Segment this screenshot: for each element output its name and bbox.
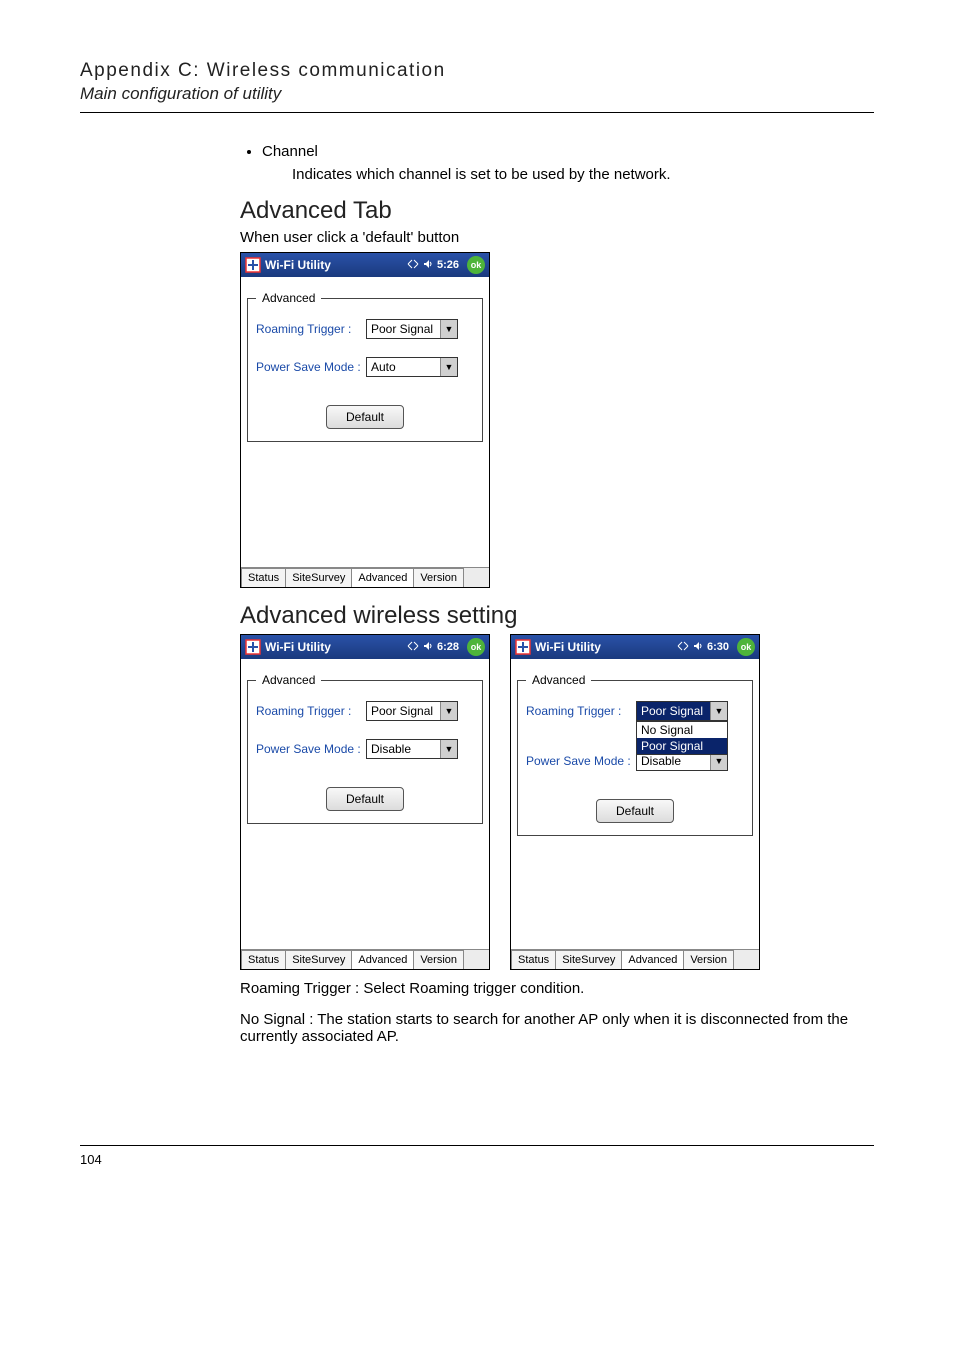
tab-sitesurvey[interactable]: SiteSurvey	[285, 950, 352, 969]
roaming-trigger-value: Poor Signal	[371, 704, 433, 718]
fieldset-legend: Advanced	[256, 291, 321, 305]
tab-advanced[interactable]: Advanced	[351, 568, 414, 587]
app-title: Wi-Fi Utility	[265, 258, 331, 272]
power-save-value: Disable	[641, 754, 681, 768]
page-number: 104	[80, 1152, 102, 1167]
advanced-tab-heading: Advanced Tab	[240, 197, 874, 225]
power-save-select[interactable]: Disable ▼	[366, 739, 458, 759]
app-icon	[515, 639, 531, 655]
clock-time: 6:30	[707, 641, 729, 653]
power-save-label: Power Save Mode :	[526, 754, 636, 768]
power-save-select[interactable]: Auto ▼	[366, 357, 458, 377]
option-poor-signal[interactable]: Poor Signal	[637, 738, 727, 754]
header-divider	[80, 112, 874, 113]
default-button[interactable]: Default	[326, 405, 404, 429]
advanced-wireless-heading: Advanced wireless setting	[240, 602, 874, 630]
ok-button[interactable]: ok	[737, 638, 755, 656]
tab-bar: Status SiteSurvey Advanced Version	[241, 567, 489, 587]
power-save-value: Disable	[371, 742, 411, 756]
tab-bar: Status SiteSurvey Advanced Version	[241, 949, 489, 969]
tab-status[interactable]: Status	[241, 950, 286, 969]
tab-sitesurvey[interactable]: SiteSurvey	[555, 950, 622, 969]
wifi-screenshot-3: Wi-Fi Utility 6:30 ok Advanced Roaming T…	[510, 634, 760, 970]
appendix-title: Appendix C: Wireless communication	[80, 60, 874, 82]
advanced-fieldset: Advanced Roaming Trigger : Poor Signal ▼…	[517, 673, 753, 836]
power-save-value: Auto	[371, 360, 396, 374]
tab-status[interactable]: Status	[241, 568, 286, 587]
ok-button[interactable]: ok	[467, 256, 485, 274]
tab-bar: Status SiteSurvey Advanced Version	[511, 949, 759, 969]
wifi-screenshot-1: Wi-Fi Utility 5:26 ok Advanced Roaming T…	[240, 252, 490, 588]
roaming-trigger-select[interactable]: Poor Signal ▼	[636, 701, 728, 721]
chevron-down-icon: ▼	[440, 320, 457, 338]
roaming-trigger-value: Poor Signal	[371, 322, 433, 336]
power-save-label: Power Save Mode :	[256, 742, 366, 756]
roaming-trigger-select[interactable]: Poor Signal ▼	[366, 319, 458, 339]
speaker-icon	[423, 641, 433, 654]
roaming-trigger-label: Roaming Trigger :	[526, 704, 636, 718]
titlebar: Wi-Fi Utility 5:26 ok	[241, 253, 489, 277]
tab-version[interactable]: Version	[413, 568, 464, 587]
chevron-down-icon: ▼	[440, 358, 457, 376]
tab-version[interactable]: Version	[683, 950, 734, 969]
app-title: Wi-Fi Utility	[265, 640, 331, 654]
default-button[interactable]: Default	[326, 787, 404, 811]
tab-sitesurvey[interactable]: SiteSurvey	[285, 568, 352, 587]
advanced-fieldset: Advanced Roaming Trigger : Poor Signal ▼…	[247, 673, 483, 824]
app-icon	[245, 639, 261, 655]
power-save-label: Power Save Mode :	[256, 360, 366, 374]
app-title: Wi-Fi Utility	[535, 640, 601, 654]
roaming-trigger-value: Poor Signal	[641, 704, 703, 718]
bullet-channel-desc: Indicates which channel is set to be use…	[292, 166, 874, 183]
roaming-trigger-description: Roaming Trigger : Select Roaming trigger…	[240, 980, 874, 997]
fieldset-legend: Advanced	[526, 673, 591, 687]
option-no-signal[interactable]: No Signal	[637, 722, 727, 738]
connectivity-icon	[407, 641, 419, 654]
speaker-icon	[693, 641, 703, 654]
fieldset-legend: Advanced	[256, 673, 321, 687]
tab-status[interactable]: Status	[511, 950, 556, 969]
connectivity-icon	[407, 259, 419, 272]
titlebar: Wi-Fi Utility 6:28 ok	[241, 635, 489, 659]
connectivity-icon	[677, 641, 689, 654]
advanced-tab-desc: When user click a 'default' button	[240, 229, 874, 246]
default-button[interactable]: Default	[596, 799, 674, 823]
chevron-down-icon: ▼	[440, 702, 457, 720]
clock-time: 6:28	[437, 641, 459, 653]
wifi-screenshot-2: Wi-Fi Utility 6:28 ok Advanced Roaming T…	[240, 634, 490, 970]
tab-version[interactable]: Version	[413, 950, 464, 969]
ok-button[interactable]: ok	[467, 638, 485, 656]
no-signal-description: No Signal : The station starts to search…	[240, 1011, 874, 1045]
advanced-fieldset: Advanced Roaming Trigger : Poor Signal ▼…	[247, 291, 483, 442]
clock-time: 5:26	[437, 259, 459, 271]
roaming-trigger-label: Roaming Trigger :	[256, 322, 366, 336]
roaming-trigger-select[interactable]: Poor Signal ▼	[366, 701, 458, 721]
tab-advanced[interactable]: Advanced	[351, 950, 414, 969]
bullet-channel-title: Channel	[262, 143, 318, 160]
roaming-trigger-label: Roaming Trigger :	[256, 704, 366, 718]
roaming-trigger-dropdown: No Signal Poor Signal	[636, 721, 728, 755]
appendix-subtitle: Main configuration of utility	[80, 84, 874, 104]
app-icon	[245, 257, 261, 273]
tab-advanced[interactable]: Advanced	[621, 950, 684, 969]
chevron-down-icon: ▼	[440, 740, 457, 758]
speaker-icon	[423, 259, 433, 272]
chevron-down-icon: ▼	[710, 702, 727, 720]
titlebar: Wi-Fi Utility 6:30 ok	[511, 635, 759, 659]
